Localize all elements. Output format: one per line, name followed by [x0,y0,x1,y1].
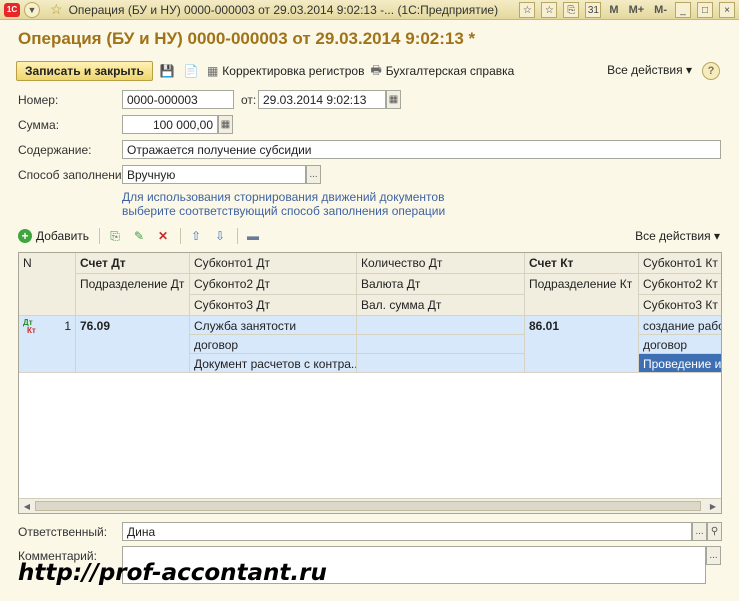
cell-sub2-dt[interactable]: договор [190,335,357,354]
col-n-header[interactable]: N [19,253,76,316]
favorite-star-icon[interactable]: ☆ [50,1,63,18]
cell-cur-dt[interactable] [357,335,525,354]
col-acc-dt-header[interactable]: Счет Дт [76,253,190,274]
col-sub2-dt-header[interactable]: Субконто2 Дт [190,274,357,295]
move-up-icon[interactable]: ⇧ [187,227,205,245]
window-title: Операция (БУ и НУ) 0000-000003 от 29.03.… [68,2,499,17]
accounting-entries-table[interactable]: N Счет Дт Субконто1 Дт Количество Дт Сче… [18,252,722,514]
memory-minus-button[interactable]: M- [652,4,669,16]
col-sub1-kt-header[interactable]: Субконто1 Кт [639,253,721,274]
report-button[interactable]: 🖶 Бухгалтерская справка [370,61,514,82]
cell-sub3-dt[interactable]: Документ расчетов с контра... [190,354,357,373]
col-div-dt-header[interactable]: Подразделение Дт [76,274,190,316]
delete-x-icon[interactable]: ✕ [154,227,172,245]
col-acc-kt-header[interactable]: Счет Кт [525,253,639,274]
registers-button[interactable]: ▦ Корректировка регистров [207,64,365,78]
scroll-right-icon[interactable]: ▶ [706,500,720,512]
col-sub1-dt-header[interactable]: Субконто1 Дт [190,253,357,274]
add-row-label: Добавить [36,229,90,243]
sort-icon[interactable]: ▬ [244,227,262,245]
table-all-actions-menu[interactable]: Все действия ▾ [635,229,720,243]
cell-sub2-kt[interactable]: договор [639,335,721,354]
scroll-left-icon[interactable]: ◀ [20,500,34,512]
report-label: Бухгалтерская справка [385,64,515,78]
add-favorite-icon[interactable]: ☆ [519,2,536,18]
date-label: от: [241,93,257,107]
cell-sub1-kt[interactable]: создание рабоч [639,316,721,335]
menu-dropdown-icon[interactable]: ▼ [24,1,40,18]
plus-icon: + [18,229,32,243]
hint-line-2: выберите соответствующий способ заполнен… [122,204,446,218]
form-toolbar: Записать и закрыть 💾 📄 ▦ Корректировка р… [16,60,722,82]
fill-method-select-button[interactable]: ... [306,165,321,184]
form-heading: Операция (БУ и НУ) 0000-000003 от 29.03.… [18,29,476,48]
memory-plus-button[interactable]: M+ [627,4,647,16]
col-sub2-kt-header[interactable]: Субконто2 Кт [639,274,721,295]
col-div-kt-header[interactable]: Подразделение Кт [525,274,639,316]
memory-button[interactable]: M [607,4,620,16]
table-toolbar: + Добавить ⎘ ✎ ✕ ⇧ ⇩ ▬ Все действия ▾ [18,226,722,246]
add-row-button[interactable]: + Добавить [18,229,89,243]
copy-row-icon[interactable]: ⎘ [106,227,124,245]
save-icon[interactable]: 💾 [157,61,177,81]
toolbar-separator [180,228,182,244]
sum-field[interactable]: 100 000,00 [122,115,218,134]
storno-hint[interactable]: Для использования сторнирования движений… [122,190,445,218]
hint-line-1: Для использования сторнирования движений… [122,190,445,204]
responsible-select-button[interactable]: ... [692,522,707,541]
toolbar-separator [99,228,101,244]
cell-sub1-dt[interactable]: Служба занятости [190,316,357,335]
responsible-search-icon[interactable]: ⚲ [707,522,722,541]
help-icon[interactable]: ? [702,62,720,80]
scroll-thumb[interactable] [35,501,701,511]
number-label: Номер: [18,93,59,107]
registers-label: Корректировка регистров [222,64,365,78]
horizontal-scrollbar[interactable]: ◀ ▶ [19,498,721,513]
sum-label: Сумма: [18,118,60,132]
registers-icon: ▦ [206,64,219,78]
kt-marker: Кт [27,326,36,335]
col-cursum-dt-header[interactable]: Вал. сумма Дт [357,295,525,316]
col-sub3-kt-header[interactable]: Субконто3 Кт [639,295,721,316]
date-field[interactable]: 29.03.2014 9:02:13 [258,90,386,109]
all-actions-menu[interactable]: Все действия ▾ [607,63,692,77]
close-icon[interactable]: × [719,2,735,18]
col-qty-dt-header[interactable]: Количество Дт [357,253,525,274]
cell-acc-dt[interactable]: 76.09 [76,316,190,373]
fill-method-field[interactable]: Вручную [122,165,306,184]
row-n-value: 1 [64,319,71,333]
document-icon[interactable]: 📄 [181,61,201,81]
titlebar-tools: ☆ ☆ ⎘ 31 M M+ M- _ □ × [519,2,735,18]
number-field[interactable]: 0000-000003 [122,90,234,109]
cell-cursum-dt[interactable] [357,354,525,373]
cell-acc-kt[interactable]: 86.01 [525,316,639,373]
content-field[interactable]: Отражается получение субсидии [122,140,721,159]
minimize-icon[interactable]: _ [675,2,691,18]
watermark-url: http://prof-accontant.ru [18,560,327,586]
move-down-icon[interactable]: ⇩ [211,227,229,245]
col-cur-dt-header[interactable]: Валюта Дт [357,274,525,295]
content-label: Содержание: [18,143,92,157]
favorites-icon[interactable]: ☆ [541,2,558,18]
responsible-label: Ответственный: [18,525,108,539]
date-picker-icon[interactable]: ▦ [386,90,401,109]
col-sub3-dt-header[interactable]: Субконто3 Дт [190,295,357,316]
calculator-icon[interactable]: ▦ [218,115,233,134]
fill-method-label: Способ заполнения: [18,168,132,182]
edit-pencil-icon[interactable]: ✎ [130,227,148,245]
copy-icon[interactable]: ⎘ [563,2,580,18]
window-titlebar: 1С ▼ ☆ Операция (БУ и НУ) 0000-000003 от… [0,0,739,20]
1c-logo-icon[interactable]: 1С [4,2,20,17]
responsible-field[interactable]: Дина [122,522,692,541]
toolbar-separator [237,228,239,244]
dt-kt-marker-icon: Дт Кт [23,319,36,335]
calendar-icon[interactable]: 31 [585,2,602,18]
maximize-icon[interactable]: □ [697,2,713,18]
printer-icon: 🖶 [370,62,382,77]
comment-expand-button[interactable]: ... [706,546,721,565]
cell-sub3-kt-active[interactable]: Проведение ин [639,354,721,373]
save-close-button[interactable]: Записать и закрыть [16,61,153,81]
cell-qty-dt[interactable] [357,316,525,335]
